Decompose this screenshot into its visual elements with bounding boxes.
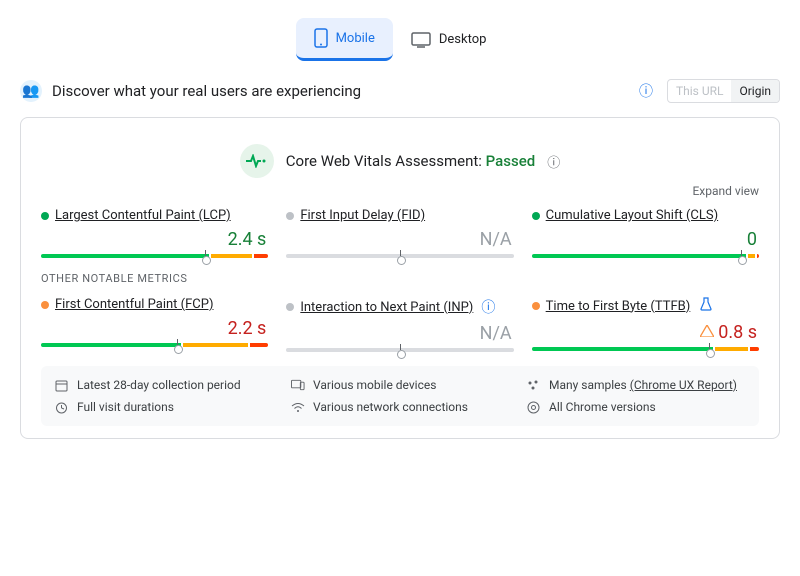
- calendar-icon: [55, 379, 69, 392]
- metric-name[interactable]: Time to First Byte (TTFB): [546, 299, 691, 314]
- metric-name[interactable]: First Contentful Paint (FCP): [55, 297, 214, 312]
- help-icon[interactable]: ⓘ: [547, 152, 560, 171]
- flask-icon: [700, 297, 712, 315]
- page-title: Discover what your real users are experi…: [52, 82, 625, 100]
- assessment-row: Core Web Vitals Assessment: Passed ⓘ: [41, 144, 759, 178]
- scope-this-url[interactable]: This URL: [668, 80, 732, 102]
- metric-bar: [532, 347, 759, 351]
- avatar-icon: 👥: [20, 80, 42, 102]
- metric-fcp: First Contentful Paint (FCP) 2.2 s: [41, 297, 268, 352]
- assessment-label: Core Web Vitals Assessment:: [286, 152, 482, 170]
- info-samples: Many samples (Chrome UX Report): [527, 378, 745, 392]
- metric-name[interactable]: Interaction to Next Paint (INP): [300, 300, 473, 315]
- collection-info: Latest 28-day collection period Various …: [41, 366, 759, 426]
- samples-icon: [527, 379, 541, 392]
- metric-name[interactable]: Cumulative Layout Shift (CLS): [546, 208, 718, 223]
- status-dot: [532, 212, 540, 220]
- crux-panel: Core Web Vitals Assessment: Passed ⓘ Exp…: [20, 117, 780, 439]
- device-tabs: Mobile Desktop: [20, 18, 780, 61]
- info-versions: All Chrome versions: [527, 400, 745, 414]
- scope-toggle: This URL Origin: [667, 79, 780, 103]
- status-dot: [41, 212, 49, 220]
- expand-view-link[interactable]: Expand view: [41, 184, 759, 198]
- assessment-status: Passed: [486, 152, 536, 170]
- info-network: Various network connections: [291, 400, 509, 414]
- metric-value: 0: [532, 229, 757, 250]
- core-vitals-grid: Largest Contentful Paint (LCP) 2.4 s Fir…: [41, 208, 759, 258]
- warning-icon: [700, 321, 714, 342]
- info-icon[interactable]: ⓘ: [481, 297, 495, 317]
- metric-inp: Interaction to Next Paint (INP) ⓘ N/A: [286, 297, 513, 352]
- clock-icon: [55, 401, 69, 414]
- metric-value: 2.2 s: [41, 318, 266, 339]
- info-period: Latest 28-day collection period: [55, 378, 273, 392]
- status-dot: [286, 212, 294, 220]
- metric-value: N/A: [286, 229, 511, 250]
- tab-mobile-label: Mobile: [336, 31, 375, 46]
- info-icon[interactable]: ⓘ: [635, 81, 657, 101]
- metric-name[interactable]: First Input Delay (FID): [300, 208, 425, 223]
- metric-bar: [286, 348, 513, 352]
- metric-value: 0.8 s: [532, 321, 757, 343]
- devices-icon: [291, 379, 305, 391]
- metric-bar: [286, 254, 513, 258]
- assessment-text: Core Web Vitals Assessment: Passed: [286, 152, 535, 170]
- metric-bar: [41, 254, 268, 258]
- desktop-icon: [411, 32, 431, 48]
- status-dot: [41, 301, 49, 309]
- metric-fid: First Input Delay (FID) N/A: [286, 208, 513, 258]
- status-dot: [286, 303, 294, 311]
- tab-mobile[interactable]: Mobile: [296, 18, 393, 61]
- crux-report-link[interactable]: (Chrome UX Report): [630, 378, 737, 392]
- metric-name[interactable]: Largest Contentful Paint (LCP): [55, 208, 231, 223]
- metric-lcp: Largest Contentful Paint (LCP) 2.4 s: [41, 208, 268, 258]
- metric-ttfb: Time to First Byte (TTFB) 0.8 s: [532, 297, 759, 352]
- info-durations: Full visit durations: [55, 400, 273, 414]
- metric-cls: Cumulative Layout Shift (CLS) 0: [532, 208, 759, 258]
- info-devices: Various mobile devices: [291, 378, 509, 392]
- tab-desktop[interactable]: Desktop: [393, 18, 505, 61]
- chrome-icon: [527, 401, 541, 414]
- scope-origin[interactable]: Origin: [731, 80, 779, 102]
- tab-desktop-label: Desktop: [439, 32, 487, 47]
- metric-bar: [41, 343, 268, 347]
- status-dot: [532, 302, 540, 310]
- metric-value: 2.4 s: [41, 229, 266, 250]
- metric-value: N/A: [286, 323, 511, 344]
- wifi-icon: [291, 402, 305, 413]
- other-metrics-heading: OTHER NOTABLE METRICS: [41, 272, 759, 285]
- other-metrics-grid: First Contentful Paint (FCP) 2.2 s Inter…: [41, 297, 759, 352]
- mobile-icon: [314, 28, 328, 48]
- metric-bar: [532, 254, 759, 258]
- header-row: 👥 Discover what your real users are expe…: [20, 79, 780, 103]
- vitals-icon: [240, 144, 274, 178]
